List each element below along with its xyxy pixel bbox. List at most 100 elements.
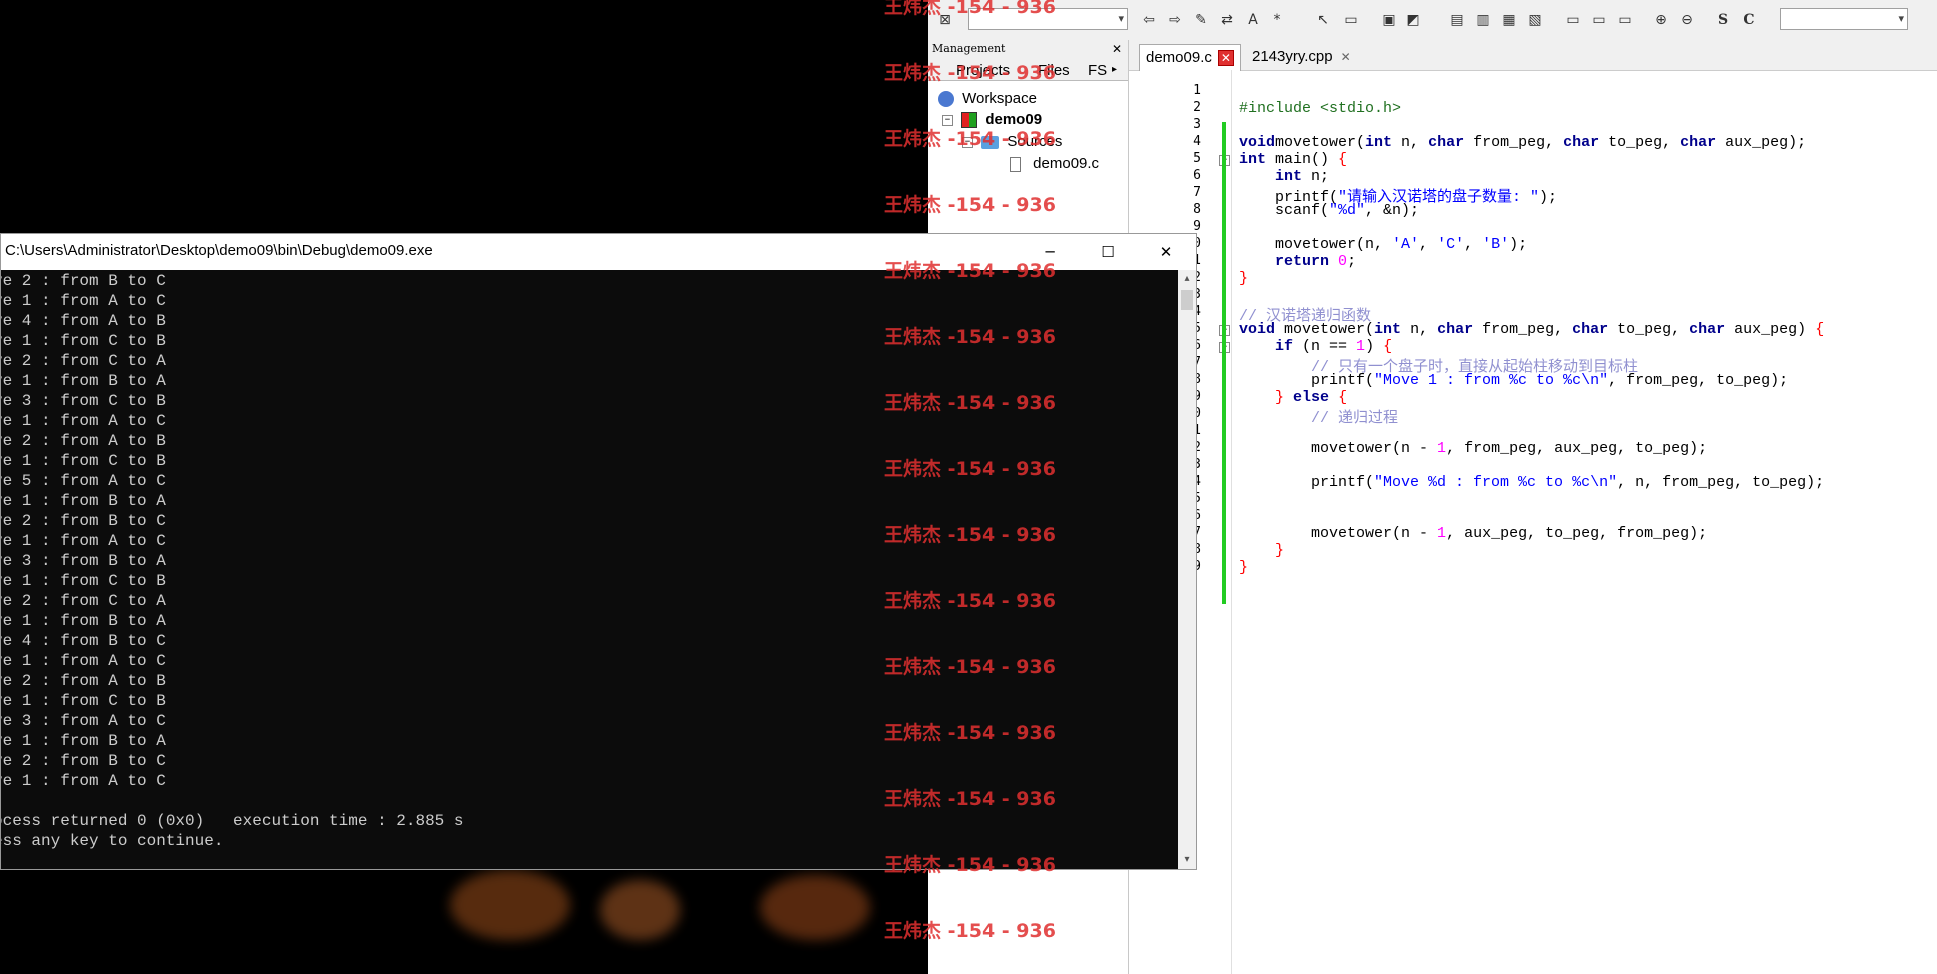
watermark-text: 王炜杰 -154 - 936 (884, 326, 1056, 348)
console-line: ocess returned 0 (0x0) execution time : … (1, 812, 464, 830)
scroll-up-icon[interactable]: ▴ (1178, 270, 1196, 288)
console-line: ve 2 : from C to A (1, 592, 166, 610)
console-line: ve 1 : from A to C (1, 652, 166, 670)
scroll-thumb[interactable] (1181, 290, 1193, 310)
code-line: // 递归过程 (1239, 406, 1398, 427)
file-label: demo09.c (1033, 155, 1100, 172)
code-token: "Move 1 : from %c to %c\n" (1374, 372, 1609, 389)
code-token: to_peg, (1608, 321, 1690, 338)
watermark-text: 王炜杰 -154 - 936 (884, 920, 1056, 942)
code-token: , aux_peg, to_peg, from_peg); (1446, 525, 1708, 542)
line-number: 7 (1193, 185, 1201, 200)
selection-icon[interactable]: ◩ (1404, 11, 1422, 29)
tab-label: demo09.c (1146, 49, 1212, 66)
tab-demo09-c[interactable]: demo09.c ✕ (1139, 44, 1241, 71)
for-loop-icon[interactable]: ▦ (1500, 11, 1518, 29)
code-token: 'A' (1392, 236, 1420, 253)
export-s-icon[interactable]: S (1714, 11, 1732, 29)
code-token: 0 (1338, 253, 1348, 270)
code-line: return 0; (1239, 253, 1356, 270)
tree-file[interactable]: demo09.c (1010, 155, 1099, 172)
console-line: ve 1 : from C to B (1, 332, 166, 350)
instruction-icon[interactable]: ▭ (1564, 11, 1582, 29)
tab-scroll-right-icon[interactable]: ▸ (1112, 64, 1117, 75)
code-token: printf( (1239, 372, 1375, 389)
break-icon[interactable]: ▭ (1590, 11, 1608, 29)
editor-area: demo09.c✕ 2143yry.cpp✕ 12345678910111213… (1129, 40, 1937, 974)
tree-workspace[interactable]: Workspace (938, 90, 1037, 108)
console-output: ve 2 : from B to C ve 1 : from A to C ve 4… (1, 270, 1178, 869)
code-completion-combo[interactable]: ▾ (1780, 8, 1908, 30)
back-arrow-icon[interactable]: ⇦ (1140, 11, 1158, 29)
console-line: ve 1 : from B to A (1, 372, 166, 390)
line-number: 3 (1193, 117, 1201, 132)
code-token: scanf( (1239, 202, 1330, 219)
line-number: 8 (1193, 202, 1201, 217)
zoom-in-icon[interactable]: ⊕ (1652, 11, 1670, 29)
zoom-out-icon[interactable]: ⊖ (1678, 11, 1696, 29)
console-line: ess any key to continue. (1, 832, 224, 850)
return-icon[interactable]: ▭ (1616, 11, 1634, 29)
close-icon[interactable]: ✕ (1112, 40, 1122, 58)
console-line: ve 1 : from A to C (1, 772, 166, 790)
close-button[interactable]: ✕ (1137, 234, 1195, 270)
console-line: ve 2 : from B to C (1, 752, 166, 770)
watermark-text: 王炜杰 -154 - 936 (884, 788, 1056, 810)
close-icon[interactable]: ✕ (1217, 50, 1234, 67)
repeat-icon[interactable]: ▥ (1474, 11, 1492, 29)
scroll-down-icon[interactable]: ▾ (1178, 851, 1196, 869)
console-line: ve 3 : from A to C (1, 712, 166, 730)
line-number: 9 (1193, 219, 1201, 234)
replace-icon[interactable]: ⇄ (1218, 11, 1236, 29)
export-c-icon[interactable]: C (1740, 11, 1758, 29)
watermark-text: 王炜杰 -154 - 936 (884, 194, 1056, 216)
watermark-text: 王炜杰 -154 - 936 (884, 128, 1056, 150)
code-token: { (1815, 321, 1825, 338)
watermark-text: 王炜杰 -154 - 936 (884, 392, 1056, 414)
loop-icon[interactable]: ▤ (1448, 11, 1466, 29)
watermark-text: 王炜杰 -154 - 936 (884, 260, 1056, 282)
console-line: ve 2 : from C to A (1, 352, 166, 370)
switch-icon[interactable]: ▧ (1526, 11, 1544, 29)
console-line: ve 3 : from B to A (1, 552, 166, 570)
tab-label: 2143yry.cpp (1252, 48, 1333, 65)
code-token: char (1563, 134, 1600, 151)
code-line: printf("Move 1 : from %c to %c\n", from_… (1239, 372, 1788, 389)
code-token: ) (1365, 338, 1384, 355)
code-token: aux_peg) (1725, 321, 1816, 338)
console-scrollbar[interactable]: ▴ ▾ (1178, 270, 1196, 869)
select-pointer-icon[interactable]: ↖ (1314, 11, 1332, 29)
code-token: 1 (1437, 440, 1447, 457)
line-number: 5 (1193, 151, 1201, 166)
tab-fs[interactable]: FS (1088, 62, 1107, 79)
forward-arrow-icon[interactable]: ⇨ (1166, 11, 1184, 29)
console-line: ve 1 : from A to C (1, 292, 166, 310)
watermark-text: 王炜杰 -154 - 936 (884, 62, 1056, 84)
code-token: movetower( (1275, 134, 1366, 151)
code-line: void movetower(int n, char from_peg, cha… (1239, 321, 1824, 338)
code-line: movetower(n - 1, aux_peg, to_peg, from_p… (1239, 525, 1707, 542)
console-line: ve 2 : from B to C (1, 272, 166, 290)
code-token: printf( (1239, 474, 1375, 491)
chevron-down-icon: ▾ (1898, 12, 1904, 25)
decision-icon[interactable]: ▣ (1380, 11, 1398, 29)
block-icon[interactable]: ▭ (1342, 11, 1360, 29)
match-case-icon[interactable]: A (1244, 11, 1262, 29)
line-number: 1 (1193, 83, 1201, 98)
tab-2143yry-cpp[interactable]: 2143yry.cpp ✕ (1246, 44, 1359, 70)
regex-icon[interactable]: * (1268, 11, 1286, 29)
console-line: ve 3 : from C to B (1, 392, 166, 410)
code-token: { (1338, 151, 1348, 168)
close-icon[interactable]: ✕ (1339, 50, 1353, 64)
code-line: if (n == 1) { (1239, 338, 1392, 355)
code-token: char (1680, 134, 1717, 151)
code-token: char (1428, 134, 1465, 151)
console-line: ve 4 : from B to C (1, 632, 166, 650)
maximize-button[interactable]: ☐ (1079, 234, 1137, 270)
highlight-icon[interactable]: ✎ (1192, 11, 1210, 29)
code-token: from_peg, (1473, 321, 1573, 338)
